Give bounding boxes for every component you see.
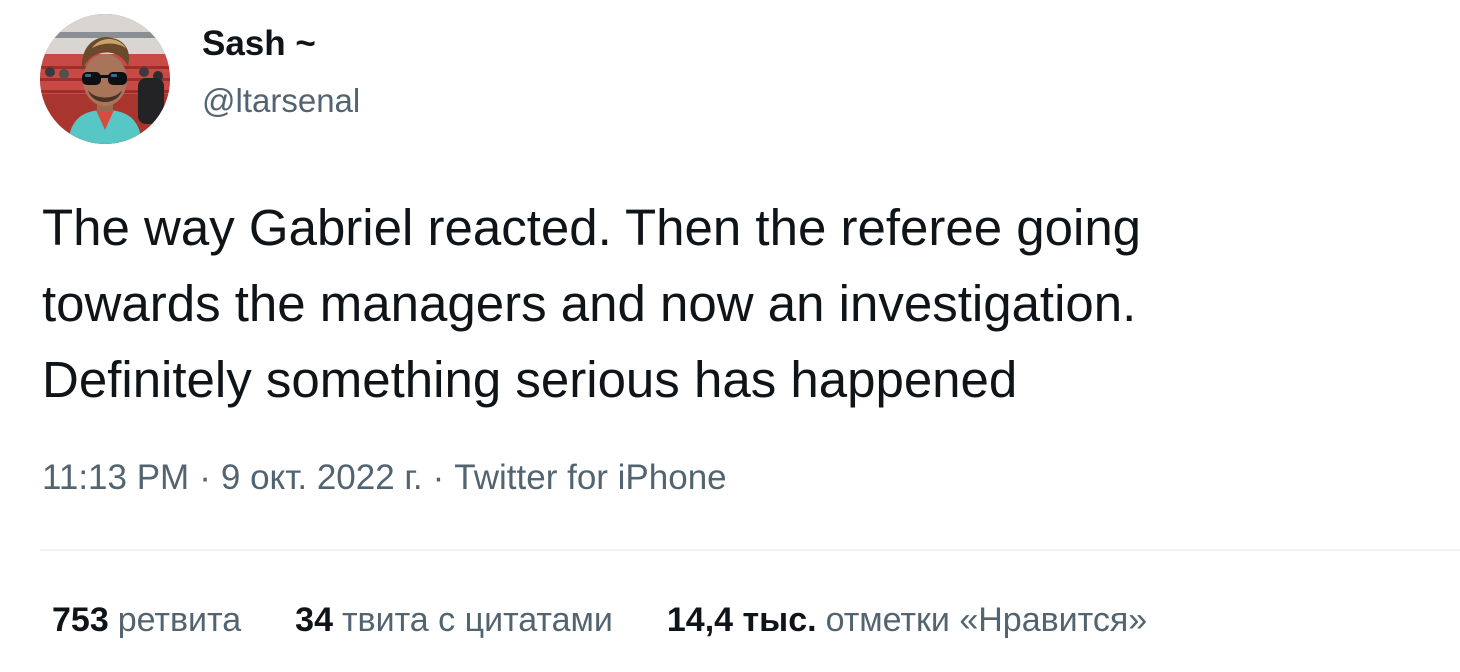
avatar-photo	[40, 14, 170, 144]
likes-count: 14,4 тыс.	[666, 601, 817, 639]
quotes-label: твита с цитатами	[341, 601, 613, 639]
tweet-source[interactable]: Twitter for iPhone	[454, 458, 726, 497]
tweet-text: The way Gabriel reacted. Then the refere…	[42, 190, 1442, 418]
user-handle[interactable]: @ltarsenal	[202, 82, 360, 120]
divider	[40, 549, 1460, 551]
tweet-metadata: 11:13 PM · 9 окт. 2022 г. · Twitter for iPho…	[42, 458, 727, 498]
tweet-card: Sash ~ @ltarsenal The way Gabriel reacte…	[0, 0, 1460, 672]
likes-label: отметки «Нравится»	[825, 601, 1148, 639]
display-name[interactable]: Sash ~	[202, 24, 316, 64]
tweet-date[interactable]: 9 окт. 2022 г.	[221, 458, 423, 497]
tweet-text-line: towards the managers and now an investig…	[42, 275, 1137, 332]
tweet-text-line: The way Gabriel reacted. Then the refere…	[42, 199, 1142, 256]
quotes-stat[interactable]: 34 твита с цитатами	[295, 601, 613, 640]
retweets-stat[interactable]: 753 ретвита	[52, 601, 241, 640]
retweets-count: 753	[52, 601, 109, 639]
meta-separator: ·	[432, 458, 445, 497]
quotes-count: 34	[295, 601, 333, 639]
likes-stat[interactable]: 14,4 тыс. отметки «Нравится»	[667, 601, 1147, 640]
meta-separator: ·	[199, 458, 211, 497]
avatar[interactable]	[40, 14, 170, 144]
retweets-label: ретвита	[117, 601, 242, 639]
tweet-text-line: Definitely something serious has happene…	[42, 351, 1018, 408]
engagement-stats: 753 ретвита 34 твита с цитатами 14,4 тыс. о…	[52, 601, 1147, 640]
tweet-time[interactable]: 11:13 PM	[42, 458, 189, 497]
